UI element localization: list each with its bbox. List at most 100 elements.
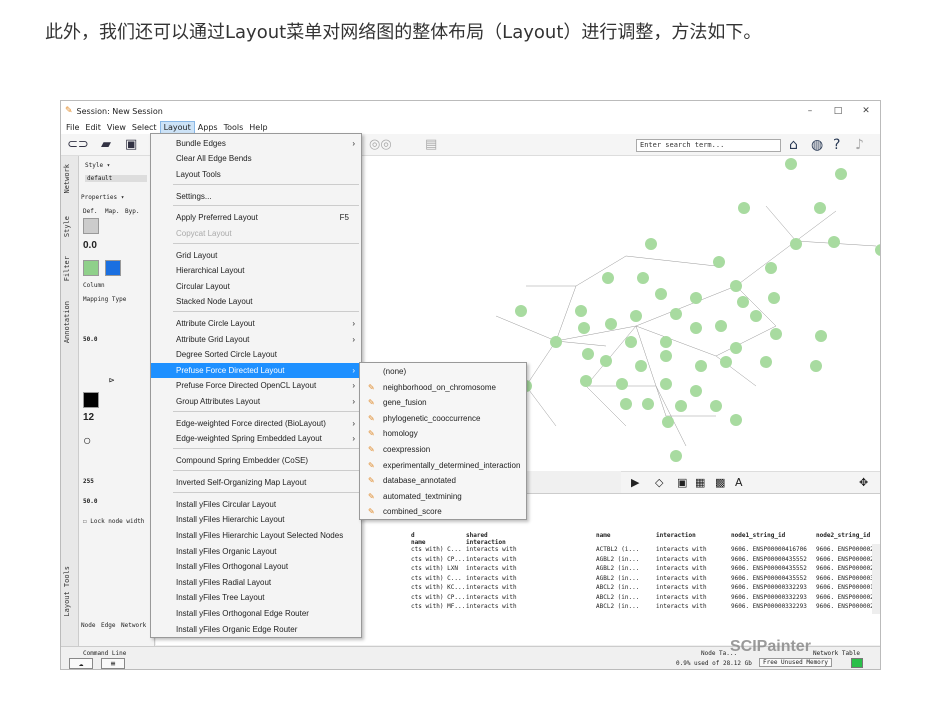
zoom-selected-icon[interactable]: ▣ xyxy=(677,476,687,489)
col-interaction[interactable]: interaction xyxy=(656,532,696,539)
layout-menu-item[interactable]: Install yFiles Organic Layout xyxy=(151,544,361,559)
layout-menu-item[interactable]: Edge-weighted Force directed (BioLayout)… xyxy=(151,416,361,431)
label-position-icon[interactable]: ⊳ xyxy=(109,376,114,386)
close-button[interactable]: ✕ xyxy=(852,101,880,121)
submenu-item[interactable]: ✎ automated_textmining xyxy=(360,489,526,504)
lock-node-width-checkbox[interactable]: ☐ Lock node width xyxy=(83,518,144,525)
show-hide-icon[interactable]: ◎◎ xyxy=(369,137,392,152)
tab-layout-tools[interactable]: Layout Tools xyxy=(63,566,71,617)
col-shared-interaction[interactable]: shared interaction xyxy=(466,532,506,546)
free-memory-button[interactable]: Free Unused Memory xyxy=(759,658,833,667)
network-table-tab[interactable]: Network Table xyxy=(813,650,860,657)
submenu-item[interactable]: (none) xyxy=(360,364,526,379)
col-name[interactable]: name xyxy=(596,532,610,539)
tab-network[interactable]: Network xyxy=(63,164,71,194)
layout-menu-item[interactable]: Install yFiles Orthogonal Layout xyxy=(151,559,361,574)
properties-dropdown[interactable]: Properties ▾ xyxy=(81,194,124,201)
tab-node[interactable]: Node xyxy=(81,622,95,629)
style-select[interactable]: default xyxy=(85,175,147,182)
tab-edge[interactable]: Edge xyxy=(101,622,115,629)
menu-item-label: Attribute Circle Layout xyxy=(176,319,255,328)
col-node1-string-id[interactable]: node1_string_id xyxy=(731,532,785,539)
layout-menu-item[interactable]: Grid Layout xyxy=(151,248,361,263)
menu-view[interactable]: View xyxy=(104,121,129,134)
help-icon[interactable]: ? xyxy=(833,137,840,153)
layout-menu-item[interactable]: Install yFiles Organic Edge Router xyxy=(151,622,361,637)
export-image-icon[interactable]: ▤ xyxy=(425,137,437,152)
submenu-item[interactable]: ✎ experimentally_determined_interaction xyxy=(360,458,526,473)
layout-menu-item[interactable]: Stacked Node Layout xyxy=(151,294,361,309)
layout-menu-item[interactable]: Edge-weighted Spring Embedded Layout › xyxy=(151,431,361,446)
default-shape-swatch[interactable] xyxy=(83,218,99,234)
chevron-right-icon: › xyxy=(352,434,355,443)
node-size-value[interactable]: 50.0 xyxy=(83,336,97,343)
layout-menu-item[interactable]: Attribute Circle Layout › xyxy=(151,316,361,331)
submenu-item[interactable]: ✎ gene_fusion xyxy=(360,395,526,410)
width-value[interactable]: 50.0 xyxy=(83,498,97,505)
layout-menu-item[interactable]: Install yFiles Circular Layout xyxy=(151,497,361,512)
annotation-text-icon[interactable]: A xyxy=(735,476,743,489)
tab-network-style[interactable]: Network xyxy=(121,622,146,629)
save-icon[interactable]: ▣ xyxy=(125,137,137,152)
layout-menu-item[interactable]: Attribute Grid Layout › xyxy=(151,332,361,347)
layout-menu-item[interactable]: Apply Preferred Layout F5 xyxy=(151,210,361,225)
layout-menu-item[interactable]: Prefuse Force Directed OpenCL Layout › xyxy=(151,378,361,393)
layout-menu-item[interactable]: Copycat Layout xyxy=(151,226,361,241)
navigate-icon[interactable]: ✥ xyxy=(859,476,868,489)
table-scrollbar[interactable] xyxy=(872,544,880,614)
submenu-item[interactable]: ✎ phylogenetic_cooccurrence xyxy=(360,411,526,426)
layout-menu-item[interactable]: Circular Layout xyxy=(151,279,361,294)
submenu-item[interactable]: ✎ combined_score xyxy=(360,504,526,519)
menu-edit[interactable]: Edit xyxy=(82,121,104,134)
minimize-button[interactable]: – xyxy=(796,101,824,121)
layout-menu-item[interactable]: Install yFiles Hierarchic Layout Selecte… xyxy=(151,528,361,543)
layout-menu-item[interactable]: Install yFiles Orthogonal Edge Router xyxy=(151,606,361,621)
show-graphics-icon[interactable]: ▦ xyxy=(695,476,705,489)
tab-annotation[interactable]: Annotation xyxy=(63,301,71,343)
list-icon[interactable]: ≡ xyxy=(101,658,125,669)
search-input[interactable]: Enter search term... xyxy=(636,139,781,152)
font-size-value[interactable]: 12 xyxy=(83,412,94,423)
layout-menu-item[interactable]: Inverted Self-Organizing Map Layout xyxy=(151,475,361,490)
col-shared-name[interactable]: d name xyxy=(411,532,425,546)
col-node2-string-id[interactable]: node2_string_id xyxy=(816,532,870,539)
tab-style[interactable]: Style xyxy=(63,216,71,237)
cloud-icon[interactable]: ☁ xyxy=(69,658,93,669)
layout-menu-item[interactable]: Clear All Edge Bends xyxy=(151,151,361,166)
default-value[interactable]: 0.0 xyxy=(83,240,97,251)
fit-content-icon[interactable]: ◇ xyxy=(655,476,663,489)
open-folder-icon[interactable]: ▰ xyxy=(101,137,111,152)
export-network-icon[interactable]: ▶ xyxy=(631,476,639,489)
layout-menu-item[interactable]: Install yFiles Radial Layout xyxy=(151,575,361,590)
submenu-item[interactable]: ✎ database_annotated xyxy=(360,473,526,488)
command-line-button[interactable]: Command Line xyxy=(83,650,126,657)
globe-icon[interactable]: ◍ xyxy=(811,137,823,153)
home-icon[interactable]: ⌂ xyxy=(789,137,798,153)
layout-menu: Bundle Edges › Clear All Edge Bends Layout … xyxy=(150,133,362,638)
layout-menu-item[interactable]: Settings... xyxy=(151,189,361,204)
layout-menu-item[interactable]: Install yFiles Hierarchic Layout xyxy=(151,512,361,527)
layout-menu-item[interactable]: Group Attributes Layout › xyxy=(151,394,361,409)
fill-color-swatch[interactable] xyxy=(83,260,99,276)
tab-filter[interactable]: Filter xyxy=(63,256,71,281)
notification-bell-icon[interactable]: ♪ xyxy=(855,137,864,153)
submenu-item[interactable]: ✎ homology xyxy=(360,426,526,441)
import-network-icon[interactable]: ⊂⊃ xyxy=(67,137,89,152)
layout-menu-item[interactable]: Bundle Edges › xyxy=(151,136,361,151)
style-dropdown[interactable]: Style ▾ xyxy=(85,162,110,169)
transparency-value[interactable]: 255 xyxy=(83,478,94,485)
layout-menu-item[interactable]: Install yFiles Tree Layout xyxy=(151,590,361,605)
layout-menu-item[interactable]: Hierarchical Layout xyxy=(151,263,361,278)
shape-ellipse-icon[interactable]: ○ xyxy=(83,432,91,448)
layout-menu-item[interactable]: Layout Tools xyxy=(151,167,361,182)
submenu-item[interactable]: ✎ neighborhood_on_chromosome xyxy=(360,380,526,395)
label-color-swatch[interactable] xyxy=(83,392,99,408)
menu-file[interactable]: File xyxy=(63,121,82,134)
layout-menu-item[interactable]: Degree Sorted Circle Layout xyxy=(151,347,361,362)
maximize-button[interactable]: □ xyxy=(824,101,852,121)
mapped-color-swatch[interactable] xyxy=(105,260,121,276)
hide-graphics-icon[interactable]: ▩ xyxy=(715,476,725,489)
layout-menu-item[interactable]: Prefuse Force Directed Layout › xyxy=(151,363,361,378)
layout-menu-item[interactable]: Compound Spring Embedder (CoSE) xyxy=(151,453,361,468)
submenu-item[interactable]: ✎ coexpression xyxy=(360,442,526,457)
